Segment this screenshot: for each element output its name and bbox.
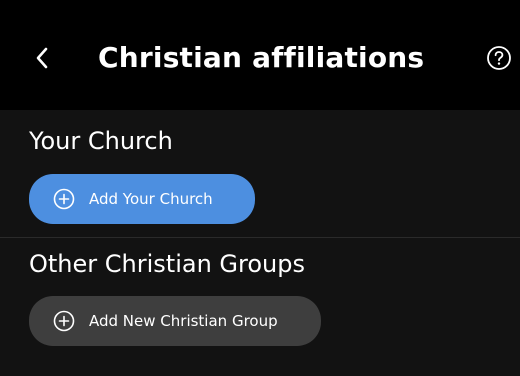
page-title: Christian affiliations bbox=[98, 41, 425, 74]
your-church-heading: Your Church bbox=[29, 127, 173, 155]
section-divider bbox=[0, 237, 520, 238]
plus-circle-icon bbox=[53, 310, 75, 332]
plus-circle-icon bbox=[53, 188, 75, 210]
add-christian-group-label: Add New Christian Group bbox=[89, 312, 278, 330]
affiliations-screen: Christian affiliations Your Church Add Y… bbox=[0, 0, 520, 376]
add-your-church-label: Add Your Church bbox=[89, 190, 213, 208]
add-your-church-button[interactable]: Add Your Church bbox=[29, 174, 255, 224]
back-button[interactable] bbox=[28, 38, 56, 78]
question-circle-icon bbox=[485, 44, 513, 72]
top-bar: Christian affiliations bbox=[0, 0, 520, 110]
other-groups-heading: Other Christian Groups bbox=[29, 250, 305, 278]
help-button[interactable] bbox=[485, 44, 513, 72]
add-christian-group-button[interactable]: Add New Christian Group bbox=[29, 296, 321, 346]
chevron-left-icon bbox=[35, 46, 49, 70]
affiliations-content: Your Church Add Your Church Other Christ… bbox=[0, 110, 520, 376]
